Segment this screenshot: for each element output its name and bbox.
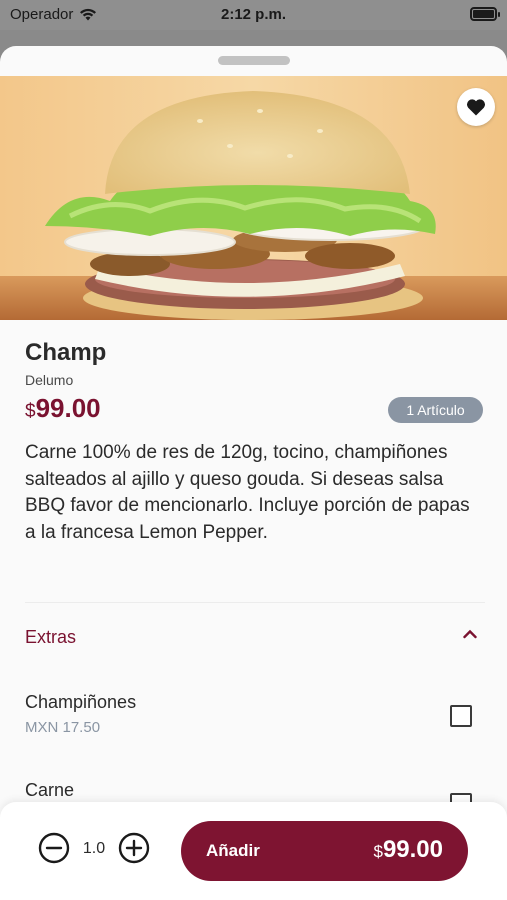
add-to-cart-button[interactable]: Añadir $99.00	[181, 821, 468, 881]
product-image	[0, 76, 507, 320]
add-button-total: $99.00	[373, 836, 443, 864]
extra-item-name: Carne	[25, 780, 75, 800]
quantity-stepper: 1.0	[38, 832, 153, 866]
divider	[25, 602, 485, 603]
total-value: 99.00	[382, 836, 443, 863]
status-bar: Operador 2:12 p.m.	[0, 0, 507, 30]
favorite-button[interactable]	[457, 88, 495, 126]
minus-circle-icon[interactable]	[38, 832, 70, 864]
price-value: 99.00	[35, 393, 101, 423]
extras-section-header[interactable]: Extras	[25, 621, 485, 651]
product-price: $99.00	[25, 393, 101, 424]
extra-item-price: MXN 17.50	[25, 719, 101, 736]
product-sheet: Champ Delumo $99.00 1 Artículo Carne 100…	[0, 46, 507, 900]
chevron-up-icon[interactable]	[463, 629, 477, 639]
product-description: Carne 100% de res de 120g, tocino, champ…	[25, 442, 470, 543]
quantity-value: 1.0	[82, 840, 106, 857]
total-currency: $	[373, 842, 383, 861]
product-title: Champ	[25, 339, 107, 366]
plus-circle-icon[interactable]	[118, 832, 150, 864]
status-time: 2:12 p.m.	[220, 6, 287, 23]
extra-item[interactable]: Champiñones MXN 17.50	[25, 692, 485, 752]
bottom-action-bar: 1.0 Añadir $99.00	[0, 802, 507, 900]
battery-icon	[470, 7, 500, 21]
extra-item-name: Champiñones	[25, 692, 137, 712]
burger-photo	[0, 76, 507, 320]
add-button-label: Añadir	[206, 841, 260, 860]
product-brand: Delumo	[25, 372, 74, 388]
quantity-badge: 1 Artículo	[388, 397, 483, 423]
price-currency: $	[25, 401, 36, 422]
heart-icon	[466, 99, 486, 116]
extra-checkbox[interactable]	[450, 705, 472, 727]
sheet-grabber[interactable]	[218, 56, 290, 65]
extras-label: Extras	[25, 627, 77, 647]
